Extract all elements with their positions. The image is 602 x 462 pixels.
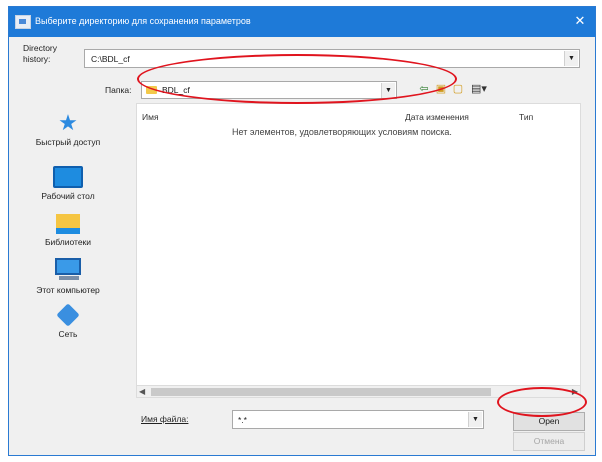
computer-icon bbox=[55, 258, 81, 280]
place-label: Сеть bbox=[58, 329, 78, 339]
open-button[interactable]: Open bbox=[513, 412, 585, 431]
chevron-down-icon[interactable]: ▼ bbox=[381, 83, 395, 98]
place-label: Этот компьютер bbox=[36, 285, 100, 295]
places-bar: ★ Быстрый доступ Рабочий стол Библиотеки… bbox=[12, 106, 124, 446]
scroll-right-icon[interactable]: ▶ bbox=[572, 386, 578, 398]
file-name-value: *.* bbox=[238, 415, 247, 425]
file-name-label: Имя файла: bbox=[141, 414, 189, 424]
star-icon: ★ bbox=[58, 110, 78, 135]
directory-history-label-line2: history: bbox=[23, 54, 51, 64]
directory-history-combobox[interactable]: C:\BDL_cf ▼ bbox=[84, 49, 580, 68]
new-folder-icon[interactable]: ▢ bbox=[450, 80, 466, 98]
folder-label: Папка: bbox=[105, 85, 132, 95]
file-name-combobox[interactable]: *.* ▼ bbox=[232, 410, 484, 429]
place-this-pc[interactable]: Этот компьютер bbox=[12, 258, 124, 295]
sort-caret-icon: ˇ bbox=[264, 103, 267, 110]
network-icon bbox=[56, 303, 80, 327]
column-header-date[interactable]: Дата изменения bbox=[405, 112, 469, 122]
place-label: Библиотеки bbox=[44, 237, 92, 247]
file-list[interactable]: ˇ Имя Дата изменения Тип Нет элементов, … bbox=[136, 103, 581, 398]
view-menu-icon[interactable]: ▤▾ bbox=[468, 80, 490, 98]
place-label: Быстрый доступ bbox=[35, 137, 101, 147]
place-label: Рабочий стол bbox=[41, 191, 95, 201]
folder-icon bbox=[146, 86, 157, 94]
title-bar[interactable]: Выберите директорию для сохранения парам… bbox=[9, 7, 595, 37]
place-libraries[interactable]: Библиотеки bbox=[12, 214, 124, 247]
empty-list-message: Нет элементов, удовлетворяющих условиям … bbox=[232, 127, 452, 137]
horizontal-scrollbar[interactable]: ◀ ▶ bbox=[136, 385, 581, 398]
up-folder-icon[interactable]: ▣ bbox=[433, 80, 449, 98]
close-icon[interactable]: ✕ bbox=[571, 12, 589, 30]
place-network[interactable]: Сеть bbox=[12, 303, 124, 339]
app-icon bbox=[15, 15, 31, 29]
directory-history-label-line1: Directory bbox=[23, 43, 58, 53]
column-header-type[interactable]: Тип bbox=[519, 112, 533, 122]
folder-value: BDL_cf bbox=[162, 85, 190, 95]
folder-combobox[interactable]: BDL_cf ▼ bbox=[141, 81, 397, 99]
chevron-down-icon[interactable]: ▼ bbox=[468, 412, 482, 427]
place-desktop[interactable]: Рабочий стол bbox=[12, 166, 124, 201]
cancel-button[interactable]: Отмена bbox=[513, 432, 585, 451]
directory-history-value: C:\BDL_cf bbox=[91, 54, 130, 64]
scrollbar-thumb[interactable] bbox=[151, 388, 491, 396]
place-quick-access[interactable]: ★ Быстрый доступ bbox=[12, 110, 124, 148]
back-arrow-icon[interactable]: ⇦ bbox=[416, 80, 432, 98]
scroll-left-icon[interactable]: ◀ bbox=[139, 386, 145, 398]
chevron-down-icon[interactable]: ▼ bbox=[564, 51, 578, 66]
column-header-name[interactable]: Имя bbox=[142, 112, 159, 122]
window-title: Выберите директорию для сохранения парам… bbox=[35, 16, 251, 26]
desktop-icon bbox=[53, 166, 83, 188]
libraries-icon bbox=[56, 214, 80, 234]
